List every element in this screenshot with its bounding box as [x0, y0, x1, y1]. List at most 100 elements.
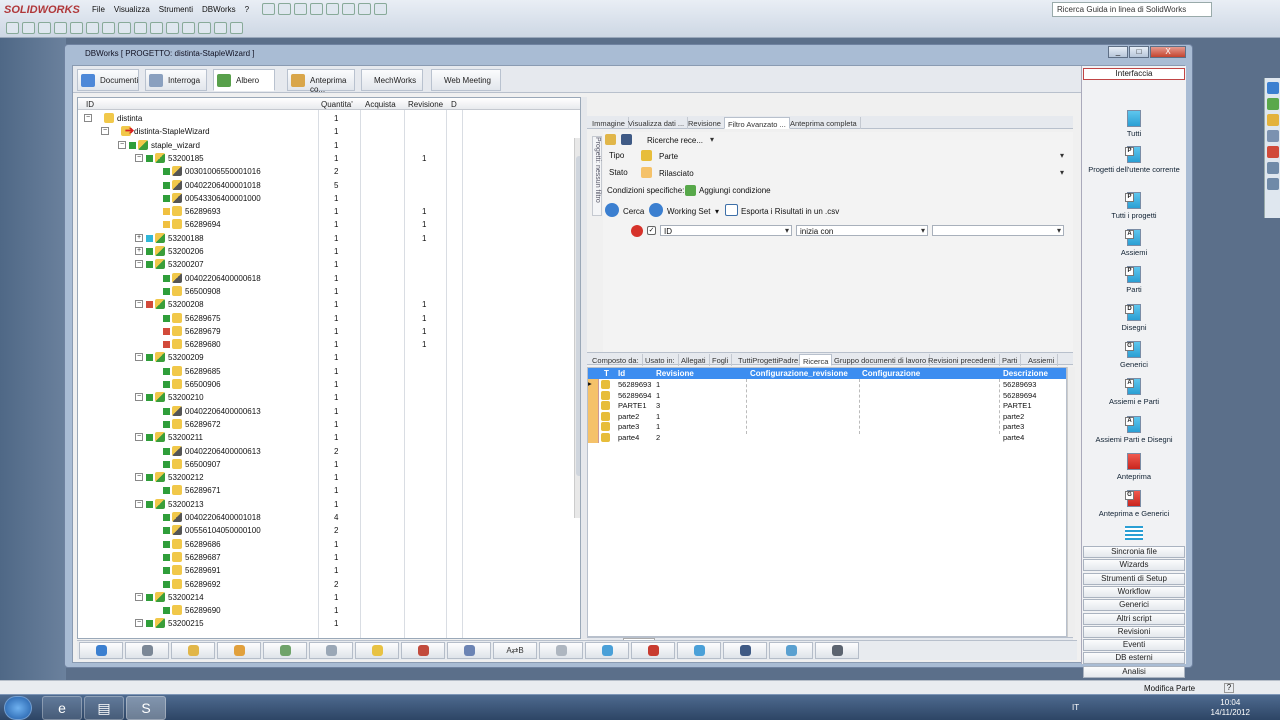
- collapse-icon[interactable]: −: [135, 592, 143, 601]
- tree-row[interactable]: − 53200208 1 1: [78, 298, 574, 311]
- maximize-button[interactable]: □: [1129, 46, 1149, 58]
- tree-row[interactable]: 56500908 1: [78, 285, 574, 298]
- grid-scrollbar[interactable]: [1067, 367, 1075, 637]
- tab-documenti[interactable]: Documenti: [77, 69, 139, 91]
- interface-button[interactable]: Analisi: [1083, 665, 1185, 678]
- row-selector[interactable]: ▸: [588, 379, 599, 390]
- tab-albero[interactable]: Albero: [213, 69, 275, 91]
- print-icon[interactable]: [310, 3, 323, 15]
- interface-button[interactable]: Generici: [1083, 599, 1185, 612]
- history-button[interactable]: [401, 642, 445, 659]
- collapse-icon[interactable]: −: [135, 353, 143, 362]
- view-icon[interactable]: [1267, 130, 1279, 142]
- options-icon[interactable]: [374, 3, 387, 15]
- row-selector[interactable]: [588, 400, 599, 412]
- tree-row[interactable]: 00556104050000100 2: [78, 524, 574, 537]
- expand-icon[interactable]: +: [135, 247, 143, 255]
- undo-icon[interactable]: [326, 3, 339, 15]
- tool-icon-9[interactable]: [134, 22, 147, 34]
- interface-button[interactable]: Eventi: [1083, 639, 1185, 652]
- tree-row[interactable]: − staple_wizard 1: [78, 139, 574, 152]
- tree-row[interactable]: − distinta-StapleWizard 1: [78, 125, 574, 138]
- menu-visualizza[interactable]: Visualizza: [114, 5, 150, 14]
- tool-icon-7[interactable]: [102, 22, 115, 34]
- search-icon[interactable]: [605, 203, 619, 217]
- tab-web-meeting[interactable]: Web Meeting: [431, 69, 501, 91]
- grid-row[interactable]: ▸ 56289693 1 56289693: [588, 379, 1066, 390]
- tool-icon-4[interactable]: [54, 22, 67, 34]
- tree-row[interactable]: 56289671 1: [78, 484, 574, 497]
- collapse-icon[interactable]: −: [84, 114, 92, 122]
- add-condition-button[interactable]: Aggiungi condizione: [699, 186, 771, 195]
- grid-col-t[interactable]: T: [604, 369, 609, 378]
- collapse-icon[interactable]: −: [135, 499, 143, 508]
- tab-fogli[interactable]: Fogli: [709, 354, 733, 366]
- tree-row[interactable]: − 53200210 1: [78, 391, 574, 404]
- stato-select[interactable]: Rilasciato: [655, 167, 1067, 178]
- custom-properties-icon[interactable]: [1267, 162, 1279, 174]
- interface-button[interactable]: Revisioni: [1083, 625, 1185, 638]
- tab-tutti-progetti-padre[interactable]: TuttiProgettiPadre: [735, 354, 803, 366]
- cost-button[interactable]: [355, 642, 399, 659]
- tipo-select[interactable]: Parte: [655, 150, 1067, 161]
- 3d-view-button[interactable]: [769, 642, 813, 659]
- grid-row[interactable]: parte2 1 parte2: [588, 410, 1066, 422]
- tab-revisione[interactable]: Revisione: [685, 117, 725, 129]
- tree-row[interactable]: 56289693 1 1: [78, 205, 574, 218]
- appearance-icon[interactable]: [1267, 146, 1279, 158]
- collapse-icon[interactable]: −: [135, 619, 143, 628]
- tree-scrollbar[interactable]: [574, 138, 580, 518]
- tab-immagine[interactable]: Immagine: [589, 117, 629, 129]
- tree-row[interactable]: 56289691 1: [78, 564, 574, 577]
- tab-ricerca[interactable]: Ricerca: [799, 354, 833, 366]
- grid-col-configurazione-revisione[interactable]: Configurazione_revisione: [750, 369, 848, 378]
- home-icon[interactable]: [1267, 82, 1279, 94]
- tab-composto-da[interactable]: Composto da:: [589, 354, 643, 366]
- tree-row[interactable]: − 53200215 1: [78, 617, 574, 630]
- column-id[interactable]: ID: [86, 100, 94, 109]
- tree-row[interactable]: 56289672 1: [78, 418, 574, 431]
- tree-row[interactable]: − 53200211 1: [78, 431, 574, 444]
- grid-col-id[interactable]: Id: [618, 369, 625, 378]
- tree-row[interactable]: 56289694 1 1: [78, 218, 574, 231]
- interface-button[interactable]: Altri script: [1083, 612, 1185, 625]
- tree-row[interactable]: 56289685 1: [78, 365, 574, 378]
- print-button[interactable]: [125, 642, 169, 659]
- collapse-icon[interactable]: −: [135, 260, 143, 269]
- save-icon[interactable]: [294, 3, 307, 15]
- list-icon[interactable]: [1267, 178, 1279, 190]
- interface-button[interactable]: Workflow: [1083, 585, 1185, 598]
- working-set-icon[interactable]: [649, 203, 663, 217]
- tab-assiemi[interactable]: Assiemi: [1025, 354, 1059, 366]
- grid-row[interactable]: PARTE1 3 PARTE1: [588, 400, 1066, 412]
- condition-operator-select[interactable]: inizia con: [796, 225, 928, 236]
- tree-row[interactable]: 56500906 1: [78, 378, 574, 391]
- tree-row[interactable]: − 53200214 1: [78, 591, 574, 604]
- menu-strumenti[interactable]: Strumenti: [159, 5, 193, 14]
- collapse-icon[interactable]: −: [135, 153, 143, 162]
- tool-icon-13[interactable]: [198, 22, 211, 34]
- column-rev[interactable]: Revisione: [408, 100, 443, 109]
- remove-condition-icon[interactable]: [631, 225, 643, 237]
- tab-anteprima[interactable]: Anteprima co...: [287, 69, 355, 94]
- tree-row[interactable]: +53200206 1: [78, 245, 574, 258]
- tab-mechworks[interactable]: MechWorks: [361, 69, 423, 91]
- move-button[interactable]: [309, 642, 353, 659]
- column-d[interactable]: D: [451, 100, 457, 109]
- rebuild-icon[interactable]: [358, 3, 371, 15]
- interface-item[interactable]: P Progetti dell'utente corrente: [1082, 146, 1186, 174]
- row-selector[interactable]: [588, 432, 599, 443]
- tool-icon-15[interactable]: [230, 22, 243, 34]
- filter-icon[interactable]: [86, 22, 99, 34]
- tab-gruppo-documenti[interactable]: Gruppo documenti di lavoro: [831, 354, 931, 366]
- find-button[interactable]: [815, 642, 859, 659]
- help-search-input[interactable]: Ricerca Guida in linea di SolidWorks: [1052, 2, 1212, 17]
- tree-row[interactable]: 56289687 1: [78, 551, 574, 564]
- library-icon[interactable]: [1267, 98, 1279, 110]
- tree-row[interactable]: 00402206400000613 2: [78, 445, 574, 458]
- tool-icon-1[interactable]: [6, 22, 19, 34]
- interface-item[interactable]: G Generici: [1082, 341, 1186, 369]
- zoom-in-button[interactable]: [585, 642, 629, 659]
- search-button[interactable]: Cerca: [623, 207, 644, 216]
- column-qty[interactable]: Quantita': [321, 100, 353, 109]
